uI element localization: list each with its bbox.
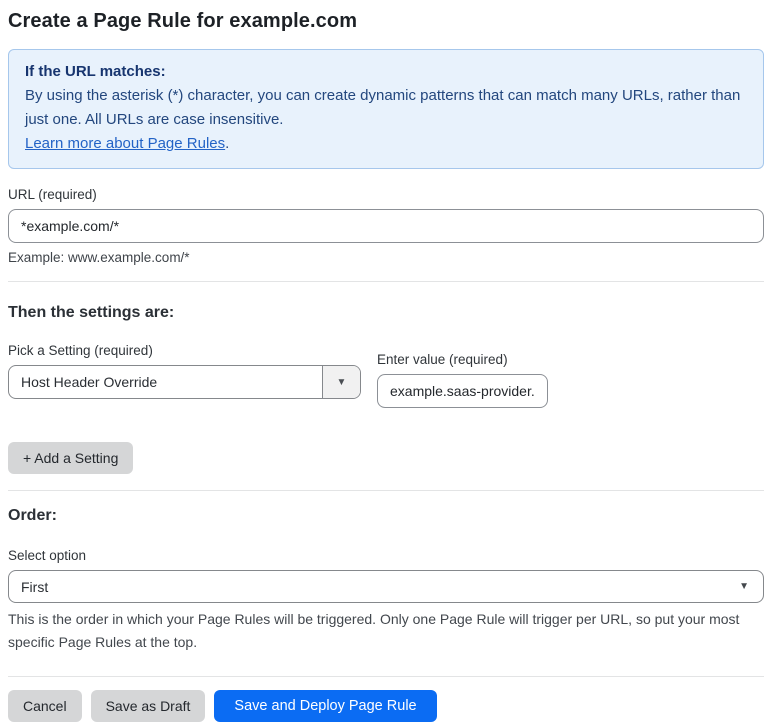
add-setting-button[interactable]: + Add a Setting <box>8 442 134 474</box>
chevron-down-icon: ▼ <box>739 581 749 592</box>
url-matches-info-box: If the URL matches: By using the asteris… <box>8 49 764 169</box>
url-input[interactable] <box>8 209 764 243</box>
divider <box>8 490 764 491</box>
page-title: Create a Page Rule for example.com <box>8 10 358 32</box>
order-help-text: This is the order in which your Page Rul… <box>8 611 740 650</box>
settings-section-heading: Then the settings are: <box>8 304 175 321</box>
divider <box>8 676 764 677</box>
order-select[interactable]: First ▼ <box>8 570 764 603</box>
setting-value-input[interactable] <box>377 374 548 408</box>
dropdown-arrow-button[interactable]: ▼ <box>322 366 360 398</box>
url-example-text: Example: www.example.com/* <box>8 250 190 265</box>
enter-value-column: Enter value (required) <box>377 352 548 408</box>
enter-value-label: Enter value (required) <box>377 352 508 367</box>
order-select-label: Select option <box>8 548 87 563</box>
pick-setting-dropdown[interactable]: Host Header Override ▼ <box>8 365 361 399</box>
link-suffix: . <box>225 135 230 152</box>
url-label: URL (required) <box>8 187 97 202</box>
divider <box>8 281 764 282</box>
order-section: Order: Select option First ▼ This is the… <box>8 507 764 654</box>
order-selected-value: First <box>21 578 49 595</box>
info-box-heading: If the URL matches: <box>25 63 166 80</box>
save-and-deploy-button[interactable]: Save and Deploy Page Rule <box>214 690 437 722</box>
pick-setting-column: Pick a Setting (required) Host Header Ov… <box>8 343 361 399</box>
chevron-down-icon: ▼ <box>336 376 347 388</box>
order-section-heading: Order: <box>8 507 57 524</box>
settings-row: Pick a Setting (required) Host Header Ov… <box>8 343 764 408</box>
pick-setting-label: Pick a Setting (required) <box>8 343 153 358</box>
pick-setting-selected-value: Host Header Override <box>21 374 158 390</box>
footer-actions: Cancel Save as Draft Save and Deploy Pag… <box>8 690 764 722</box>
info-box-link-line: Learn more about Page Rules. <box>25 132 747 156</box>
save-as-draft-button[interactable]: Save as Draft <box>90 690 206 722</box>
url-section: URL (required) Example: www.example.com/… <box>8 187 764 265</box>
cancel-button[interactable]: Cancel <box>8 690 82 722</box>
learn-more-link[interactable]: Learn more about Page Rules <box>25 135 225 152</box>
info-box-body: By using the asterisk (*) character, you… <box>25 87 741 128</box>
